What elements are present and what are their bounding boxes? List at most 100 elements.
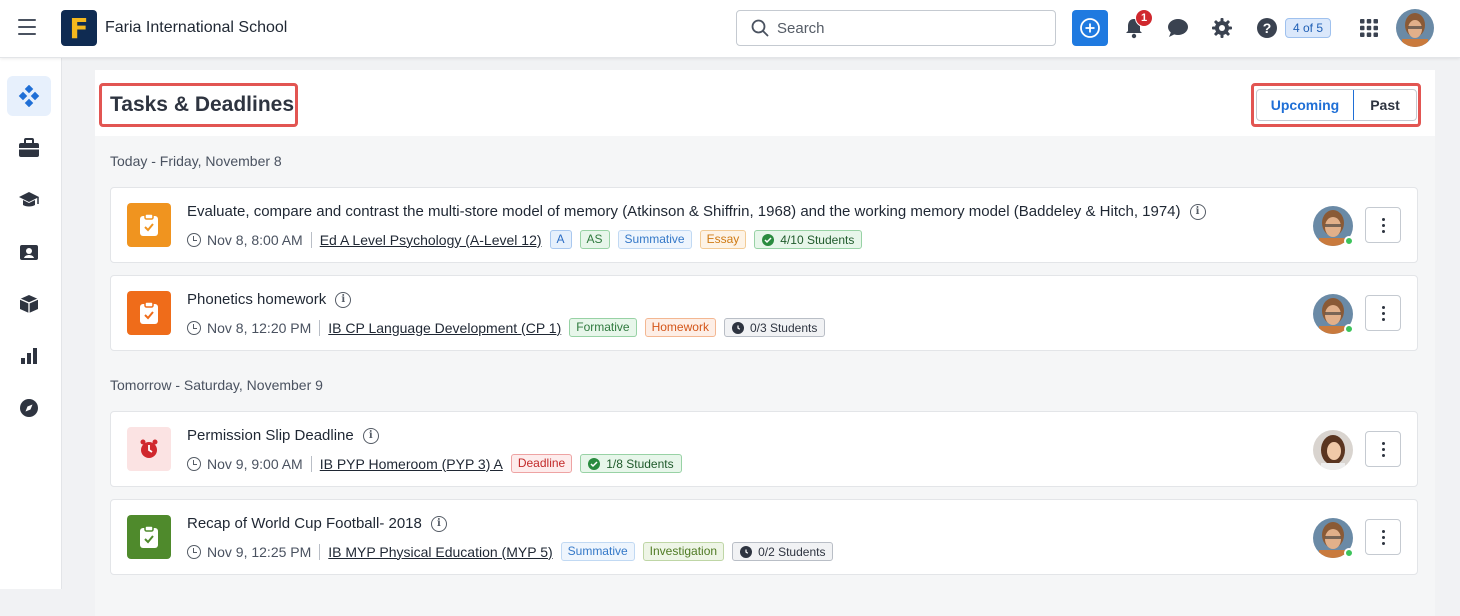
teacher-avatar[interactable] <box>1313 430 1353 470</box>
more-options-button[interactable] <box>1365 295 1401 331</box>
status-text: 0/3 Students <box>749 320 818 335</box>
search-icon <box>751 19 769 37</box>
task-title-text[interactable]: Evaluate, compare and contrast the multi… <box>187 203 1181 220</box>
tag: Formative <box>569 318 637 337</box>
info-icon[interactable]: i <box>335 291 352 308</box>
divider <box>310 231 312 248</box>
task-title[interactable]: Phonetics homework i <box>187 291 352 308</box>
class-link[interactable]: IB PYP Homeroom (PYP 3) A <box>320 456 503 472</box>
id-card-icon <box>20 245 38 260</box>
chat-icon <box>1168 19 1188 37</box>
class-link[interactable]: IB MYP Physical Education (MYP 5) <box>328 544 552 560</box>
info-icon[interactable]: i <box>430 515 447 532</box>
more-options-button[interactable] <box>1365 207 1401 243</box>
clock-icon <box>187 232 201 247</box>
school-name[interactable]: Faria International School <box>105 19 287 37</box>
tag: Investigation <box>642 542 725 561</box>
apps-button[interactable] <box>1357 16 1381 40</box>
sidebar-item-students[interactable] <box>7 232 51 272</box>
page-title: Tasks & Deadlines <box>110 93 295 116</box>
assignment-icon <box>127 203 171 247</box>
submission-status[interactable]: 0/3 Students <box>723 318 826 337</box>
notification-badge: 1 <box>1135 9 1153 27</box>
menu-icon[interactable] <box>18 19 36 35</box>
tag: Deadline <box>510 454 573 473</box>
online-indicator <box>1344 236 1354 246</box>
compass-icon <box>20 399 38 417</box>
tasks-panel: Tasks & Deadlines Upcoming Past Today - … <box>95 70 1435 616</box>
task-title-text[interactable]: Permission Slip Deadline <box>187 427 354 444</box>
task-meta: Nov 9, 12:25 PM IB MYP Physical Educatio… <box>187 542 834 561</box>
tag: Homework <box>644 318 716 337</box>
task-title-text[interactable]: Phonetics homework <box>187 291 326 308</box>
clock-icon <box>187 544 201 559</box>
task-title-text[interactable]: Recap of World Cup Football- 2018 <box>187 515 422 532</box>
info-icon[interactable]: i <box>362 427 379 444</box>
sidebar-item-resources[interactable] <box>7 284 51 324</box>
more-options-button[interactable] <box>1365 431 1401 467</box>
task-meta: Nov 9, 9:00 AM IB PYP Homeroom (PYP 3) A… <box>187 454 682 473</box>
date-heading: Today - Friday, November 8 <box>110 153 282 169</box>
assignment-icon <box>127 515 171 559</box>
divider <box>310 455 312 472</box>
tab-past[interactable]: Past <box>1354 90 1416 120</box>
bar-chart-icon <box>21 348 37 364</box>
task-title[interactable]: Evaluate, compare and contrast the multi… <box>187 203 1206 220</box>
task-due-time: Nov 8, 8:00 AM <box>207 231 303 248</box>
info-icon[interactable]: i <box>1189 203 1206 220</box>
submission-status[interactable]: 1/8 Students <box>580 454 682 473</box>
task-card[interactable]: Permission Slip Deadline i Nov 9, 9:00 A… <box>110 411 1418 487</box>
tag: A <box>549 230 572 249</box>
clock-icon <box>187 456 201 471</box>
school-logo[interactable]: F <box>61 10 97 46</box>
tag: Essay <box>699 230 747 249</box>
divider <box>319 543 321 560</box>
assignment-icon <box>127 291 171 335</box>
sidebar-item-dashboard[interactable] <box>7 76 51 116</box>
class-link[interactable]: IB CP Language Development (CP 1) <box>328 320 561 336</box>
user-avatar[interactable] <box>1396 9 1434 47</box>
submission-status[interactable]: 0/2 Students <box>732 542 834 561</box>
teacher-avatar[interactable] <box>1313 294 1354 334</box>
online-indicator <box>1344 548 1354 558</box>
task-card[interactable]: Phonetics homework i Nov 8, 12:20 PM IB … <box>110 275 1418 351</box>
sidebar-item-explore[interactable] <box>7 388 51 428</box>
help-button[interactable]: ? <box>1255 16 1279 40</box>
gear-icon <box>1212 18 1232 38</box>
plus-circle-icon <box>1080 18 1100 38</box>
graduation-cap-icon <box>19 192 39 207</box>
more-options-button[interactable] <box>1365 519 1401 555</box>
status-text: 4/10 Students <box>780 232 855 247</box>
teacher-avatar[interactable] <box>1313 206 1354 246</box>
sidebar-item-classes[interactable] <box>7 180 51 220</box>
task-card[interactable]: Recap of World Cup Football- 2018 i Nov … <box>110 499 1418 575</box>
sidebar-item-reports[interactable] <box>7 336 51 376</box>
check-circle-icon <box>762 233 775 246</box>
date-heading: Tomorrow - Saturday, November 9 <box>110 377 323 393</box>
tag: Summative <box>560 542 635 561</box>
help-progress-badge[interactable]: 4 of 5 <box>1285 18 1332 38</box>
time-filter-tabs: Upcoming Past <box>1256 89 1417 121</box>
task-card[interactable]: Evaluate, compare and contrast the multi… <box>110 187 1418 263</box>
search-box[interactable] <box>736 10 1056 46</box>
dashboard-icon <box>18 85 40 107</box>
task-title[interactable]: Recap of World Cup Football- 2018 i <box>187 515 447 532</box>
task-title[interactable]: Permission Slip Deadline i <box>187 427 379 444</box>
task-due-time: Nov 9, 9:00 AM <box>207 455 303 472</box>
help-circle-icon: ? <box>1257 18 1277 38</box>
search-input[interactable] <box>777 19 1037 37</box>
class-link[interactable]: Ed A Level Psychology (A-Level 12) <box>320 232 542 248</box>
task-list: Today - Friday, November 8 Evaluate, com… <box>95 136 1435 616</box>
tag: AS <box>579 230 610 249</box>
tab-upcoming[interactable]: Upcoming <box>1257 90 1354 120</box>
clock-icon <box>187 320 201 335</box>
teacher-avatar[interactable] <box>1313 518 1354 558</box>
settings-button[interactable] <box>1210 16 1234 40</box>
sidebar-item-portfolio[interactable] <box>7 128 51 168</box>
divider <box>319 319 321 336</box>
top-bar: F Faria International School 1 ? 4 of 5 <box>0 0 1460 58</box>
submission-status[interactable]: 4/10 Students <box>754 230 863 249</box>
messages-button[interactable] <box>1166 16 1190 40</box>
cube-icon <box>19 295 39 313</box>
add-button[interactable] <box>1072 10 1108 46</box>
